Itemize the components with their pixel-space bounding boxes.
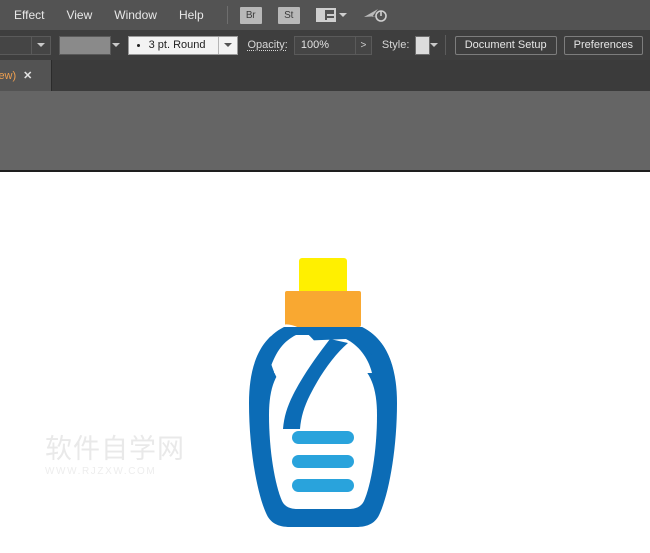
chevron-down-icon[interactable]	[31, 37, 50, 54]
stroke-preset-combo[interactable]	[0, 36, 51, 55]
brush-definition-combo[interactable]: 3 pt. Round	[128, 36, 238, 55]
opacity-label: Opacity:	[248, 39, 288, 51]
menu-item-window[interactable]: Window	[103, 0, 168, 30]
document-tab[interactable]: iew) ✕	[0, 60, 52, 91]
brush-definition-label: 3 pt. Round	[149, 39, 218, 51]
brush-dot-icon	[137, 44, 140, 47]
graphic-style-swatch[interactable]	[415, 36, 429, 55]
cloud-sync-icon	[363, 7, 387, 23]
chevron-down-icon[interactable]	[339, 13, 347, 17]
control-bar: 3 pt. Round Opacity: 100% > Style: Docum…	[0, 30, 650, 60]
detergent-bottle-illustration[interactable]	[238, 253, 408, 533]
illustrator-window: Effect View Window Help Br St 3 p	[0, 0, 650, 553]
fill-swatch[interactable]	[59, 36, 111, 55]
label-bar	[292, 479, 354, 492]
opacity-value[interactable]: 100%	[295, 39, 355, 51]
bottle-cap-shape	[299, 258, 347, 296]
menu-item-help[interactable]: Help	[168, 0, 215, 30]
control-divider	[445, 35, 446, 55]
opacity-flyout-arrow-icon[interactable]: >	[355, 37, 371, 54]
watermark-text-cn: 软件自学网	[45, 436, 185, 463]
bottle-vector-art	[238, 253, 408, 533]
menu-item-effect[interactable]: Effect	[0, 0, 55, 30]
menu-divider	[227, 6, 228, 24]
label-bar	[292, 431, 354, 444]
stock-button[interactable]: St	[278, 7, 300, 24]
preferences-button[interactable]: Preferences	[564, 36, 643, 55]
document-panel-area	[0, 91, 650, 172]
chevron-down-icon[interactable]	[430, 36, 440, 55]
cloud-sync-button[interactable]	[363, 7, 387, 23]
document-tab-title: iew)	[0, 70, 16, 82]
document-tab-bar: iew) ✕	[0, 60, 650, 91]
label-bar	[292, 455, 354, 468]
close-icon[interactable]: ✕	[23, 69, 32, 82]
chevron-down-icon[interactable]	[218, 37, 237, 54]
bridge-button[interactable]: Br	[240, 7, 262, 24]
document-setup-button[interactable]: Document Setup	[455, 36, 557, 55]
style-label: Style:	[382, 39, 410, 51]
arrange-documents-icon[interactable]	[316, 8, 336, 22]
opacity-input[interactable]: 100% >	[294, 36, 372, 55]
artboard-canvas[interactable]: 软件自学网 WWW.RJZXW.COM	[0, 173, 650, 553]
menu-item-view[interactable]: View	[55, 0, 103, 30]
menu-bar: Effect View Window Help Br St	[0, 0, 650, 30]
stroke-preset-field[interactable]	[0, 37, 31, 54]
fill-chevron-down-icon[interactable]	[111, 36, 122, 55]
watermark-text-url: WWW.RJZXW.COM	[45, 466, 185, 477]
bottle-collar-shape	[285, 291, 361, 327]
watermark: 软件自学网 WWW.RJZXW.COM	[45, 436, 185, 477]
